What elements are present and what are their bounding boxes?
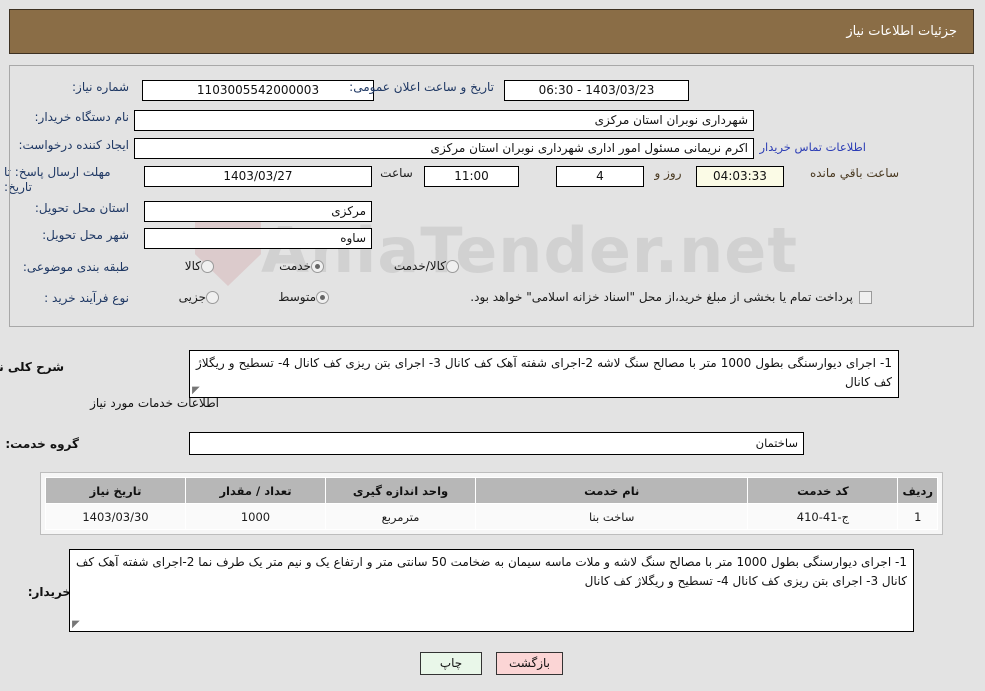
- col-code: کد خدمت: [748, 477, 900, 504]
- print-button[interactable]: چاپ: [421, 652, 483, 675]
- cell-quantity: 1000: [186, 503, 327, 530]
- page-title: جزئیات اطلاعات نیاز: [847, 24, 958, 39]
- col-unit: واحد اندازه گیری: [326, 477, 477, 504]
- buyer-notes-resize-grip-icon[interactable]: ◥: [73, 619, 83, 630]
- services-table-wrapper: ردیف کد خدمت نام خدمت واحد اندازه گیری ت…: [41, 472, 944, 535]
- col-radif: ردیف: [898, 477, 939, 504]
- table-row[interactable]: 1 ج-41-410 ساخت بنا مترمربع 1000 1403/03…: [46, 503, 939, 530]
- col-date: تاریخ نیاز: [46, 477, 187, 504]
- cell-radif: 1: [898, 503, 939, 530]
- buyer-notes-text: 1- اجرای دیوارسنگی بطول 1000 متر با مصال…: [77, 555, 908, 588]
- service-group-field[interactable]: ساختمان: [190, 432, 805, 455]
- services-table: ردیف کد خدمت نام خدمت واحد اندازه گیری ت…: [46, 477, 939, 530]
- back-button[interactable]: بازگشت: [497, 652, 564, 675]
- services-section-heading: اطلاعات خدمات مورد نیاز: [91, 396, 220, 410]
- table-header-row: ردیف کد خدمت نام خدمت واحد اندازه گیری ت…: [46, 477, 939, 504]
- cell-unit: مترمربع: [326, 503, 477, 530]
- summary-label: شرح کلی نیاز:: [0, 360, 65, 374]
- summary-text: 1- اجرای دیوارسنگی بطول 1000 متر با مصال…: [197, 356, 894, 389]
- summary-textarea[interactable]: 1- اجرای دیوارسنگی بطول 1000 متر با مصال…: [190, 350, 900, 398]
- cell-date: 1403/03/30: [46, 503, 187, 530]
- action-buttons: بازگشت چاپ: [0, 652, 985, 675]
- need-info-panel: [10, 65, 975, 327]
- page-title-bar: جزئیات اطلاعات نیاز: [10, 9, 975, 54]
- buyer-notes-textarea[interactable]: 1- اجرای دیوارسنگی بطول 1000 متر با مصال…: [70, 549, 915, 632]
- cell-name: ساخت بنا: [475, 503, 750, 530]
- cell-code: ج-41-410: [748, 503, 900, 530]
- service-group-label: گروه خدمت:: [6, 437, 80, 451]
- page-root: AniaTender.net جزئیات اطلاعات نیاز شماره…: [0, 0, 985, 691]
- col-quantity: تعداد / مقدار: [186, 477, 327, 504]
- col-name: نام خدمت: [475, 477, 750, 504]
- resize-grip-icon[interactable]: ◥: [193, 385, 203, 396]
